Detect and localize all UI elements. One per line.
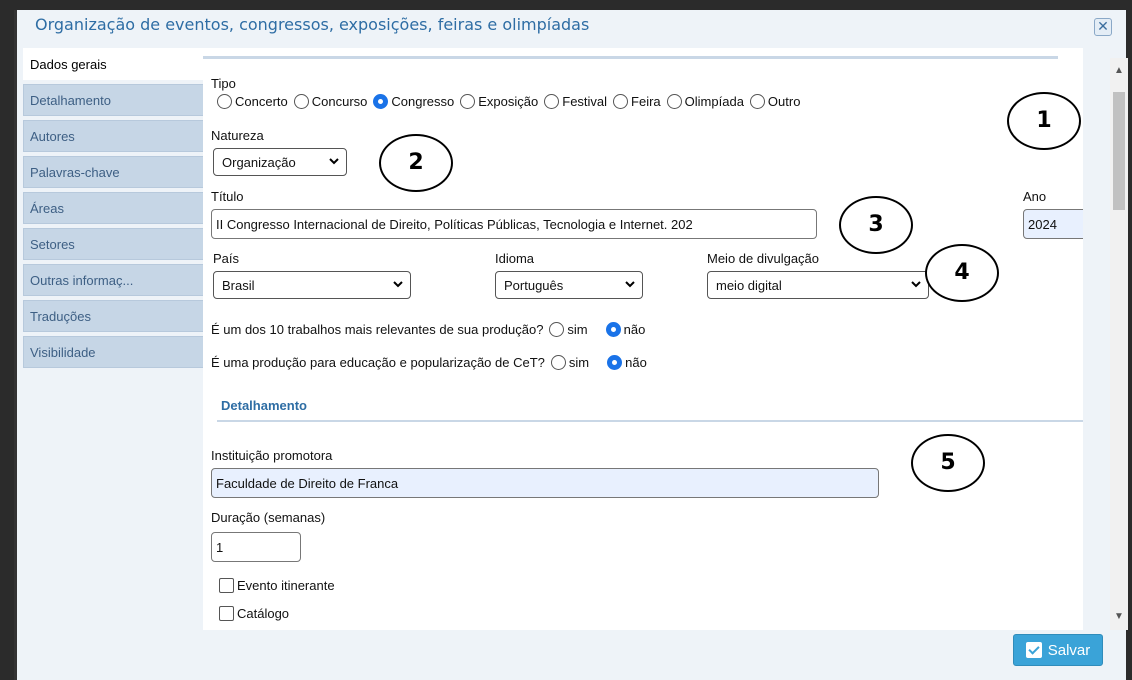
duracao-label: Duração (semanas) xyxy=(211,510,326,525)
form-panel: Tipo Concerto Concurso Congresso Exposiç… xyxy=(203,48,1083,630)
radio-icon[interactable] xyxy=(549,322,565,337)
save-button[interactable]: Salvar xyxy=(1013,634,1103,666)
chevron-down-icon xyxy=(393,281,403,288)
chevron-down-icon xyxy=(329,158,339,165)
tipo-option-concerto[interactable]: Concerto xyxy=(217,94,288,109)
pais-label: País xyxy=(213,251,240,266)
idioma-label: Idioma xyxy=(495,251,535,266)
tab-autores[interactable]: Autores xyxy=(23,120,203,152)
section-title-detalhamento: Detalhamento xyxy=(221,398,307,413)
catalogo-checkbox[interactable]: Catálogo xyxy=(219,606,289,621)
tipo-option-exposicao[interactable]: Exposição xyxy=(460,94,538,109)
meio-label: Meio de divulgação xyxy=(707,251,820,266)
callout-3: 3 xyxy=(839,196,913,254)
idioma-select[interactable]: Português xyxy=(495,271,643,299)
radio-icon[interactable] xyxy=(217,94,232,109)
radio-icon[interactable] xyxy=(666,94,682,109)
tab-setores[interactable]: Setores xyxy=(23,228,203,260)
section-divider xyxy=(217,420,1083,422)
scroll-thumb[interactable] xyxy=(1113,92,1125,210)
duracao-input[interactable]: 1 xyxy=(211,532,301,562)
q1-nao[interactable]: não xyxy=(605,322,645,337)
scroll-down-arrow-icon[interactable]: ▼ xyxy=(1113,612,1125,622)
tab-traducoes[interactable]: Traduções xyxy=(23,300,203,332)
divider xyxy=(203,56,1058,59)
radio-selected-icon[interactable] xyxy=(607,355,623,370)
chevron-down-icon xyxy=(911,281,921,288)
radio-icon[interactable] xyxy=(550,355,566,370)
callout-2: 2 xyxy=(379,134,453,192)
tab-outras-informacoes[interactable]: Outras informaç... xyxy=(23,264,203,296)
tipo-option-concurso[interactable]: Concurso xyxy=(293,94,367,109)
titulo-input[interactable]: II Congresso Internacional de Direito, P… xyxy=(211,209,817,239)
instituicao-input[interactable]: Faculdade de Direito de Franca xyxy=(211,468,879,498)
radio-icon[interactable] xyxy=(460,94,476,109)
tab-areas[interactable]: Áreas xyxy=(23,192,203,224)
titulo-label: Título xyxy=(211,189,244,204)
radio-icon[interactable] xyxy=(544,94,560,109)
radio-icon[interactable] xyxy=(613,94,629,109)
tab-visibilidade[interactable]: Visibilidade xyxy=(23,336,203,368)
callout-1: 1 xyxy=(1007,92,1081,150)
tab-dados-gerais[interactable]: Dados gerais xyxy=(23,48,205,80)
q2-nao[interactable]: não xyxy=(607,355,647,370)
dialog-title: Organização de eventos, congressos, expo… xyxy=(35,15,590,34)
callout-5: 5 xyxy=(911,434,985,492)
meio-select[interactable]: meio digital xyxy=(707,271,929,299)
pais-select[interactable]: Brasil xyxy=(213,271,411,299)
radio-icon[interactable] xyxy=(749,94,765,109)
callout-4: 4 xyxy=(925,244,999,302)
dialog-window: Organização de eventos, congressos, expo… xyxy=(14,10,1128,680)
tipo-option-congresso[interactable]: Congresso xyxy=(373,94,454,109)
tipo-radio-group: Concerto Concurso Congresso Exposição Fe… xyxy=(217,94,806,109)
tipo-option-outro[interactable]: Outro xyxy=(749,94,800,109)
q1-row: É um dos 10 trabalhos mais relevantes de… xyxy=(211,322,646,337)
natureza-label: Natureza xyxy=(211,128,264,143)
tipo-option-feira[interactable]: Feira xyxy=(613,94,661,109)
checkbox-icon[interactable] xyxy=(219,578,234,593)
chevron-down-icon xyxy=(625,281,635,288)
tipo-option-festival[interactable]: Festival xyxy=(544,94,607,109)
q1-sim[interactable]: sim xyxy=(549,322,588,337)
check-icon xyxy=(1025,642,1042,658)
tab-list: Dados gerais Detalhamento Autores Palavr… xyxy=(23,48,205,372)
tipo-label: Tipo xyxy=(211,76,236,91)
title-bar: Organização de eventos, congressos, expo… xyxy=(17,10,1126,40)
tipo-option-olimpiada[interactable]: Olimpíada xyxy=(666,94,744,109)
q2-sim[interactable]: sim xyxy=(550,355,589,370)
scrollbar[interactable]: ▲ ▼ xyxy=(1110,58,1128,630)
close-icon[interactable]: ✕ xyxy=(1094,18,1112,36)
ano-label: Ano xyxy=(1023,189,1047,204)
radio-icon[interactable] xyxy=(293,94,309,109)
radio-selected-icon[interactable] xyxy=(373,94,389,109)
tab-palavras-chave[interactable]: Palavras-chave xyxy=(23,156,203,188)
radio-selected-icon[interactable] xyxy=(605,322,621,337)
scroll-up-arrow-icon[interactable]: ▲ xyxy=(1113,66,1125,76)
tab-detalhamento[interactable]: Detalhamento xyxy=(23,84,203,116)
instituicao-label: Instituição promotora xyxy=(211,448,333,463)
ano-input[interactable]: 2024 xyxy=(1023,209,1083,239)
q2-row: É uma produção para educação e populariz… xyxy=(211,355,647,370)
checkbox-icon[interactable] xyxy=(219,606,234,621)
natureza-select[interactable]: Organização xyxy=(213,148,347,176)
evento-itinerante-checkbox[interactable]: Evento itinerante xyxy=(219,578,335,593)
